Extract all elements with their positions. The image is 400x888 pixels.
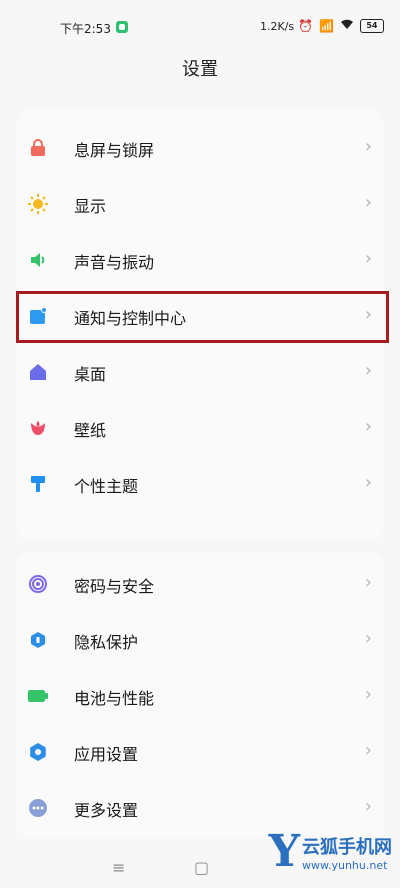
brush-icon <box>28 474 48 494</box>
settings-item-themes[interactable]: 个性主题 › <box>16 456 384 512</box>
settings-item-label: 隐私保护 <box>74 633 139 652</box>
more-icon <box>28 798 48 818</box>
page-title: 设置 <box>182 59 218 80</box>
status-icons: ⏰ 📶 54 <box>298 18 384 33</box>
status-time: 下午2:53 <box>60 22 111 36</box>
chevron-right-icon: › <box>364 192 372 213</box>
menu-nav-icon[interactable]: ≡ <box>112 858 125 877</box>
chevron-right-icon: › <box>364 136 372 157</box>
network-speed: 1.2K/s <box>260 20 295 33</box>
settings-group-security: 密码与安全 › 隐私保护 › 电池与性能 › 应用设置 › 更多设置 › <box>16 552 384 838</box>
chevron-right-icon: › <box>364 304 372 325</box>
settings-item-label: 电池与性能 <box>74 689 155 708</box>
chevron-right-icon: › <box>364 248 372 269</box>
watermark-logo: Y <box>268 826 300 877</box>
settings-item-label: 壁纸 <box>74 421 107 440</box>
settings-item-label: 桌面 <box>74 365 107 384</box>
fingerprint-icon <box>28 574 48 594</box>
status-bar: 下午2:53 1.2K/s ⏰ 📶 54 <box>0 0 400 54</box>
settings-item-label: 息屏与锁屏 <box>74 141 155 160</box>
settings-item-home-screen[interactable]: 桌面 › <box>16 344 384 400</box>
battery-icon <box>28 686 48 706</box>
settings-item-battery[interactable]: 电池与性能 › <box>16 668 384 724</box>
chevron-right-icon: › <box>364 472 372 493</box>
settings-item-label: 声音与振动 <box>74 253 155 272</box>
watermark-name: 云狐手机网 <box>302 836 392 858</box>
settings-item-label: 应用设置 <box>74 745 139 764</box>
notification-icon <box>28 306 48 326</box>
settings-item-label: 通知与控制中心 <box>74 309 187 328</box>
settings-item-sound[interactable]: 声音与振动 › <box>16 232 384 288</box>
home-icon <box>28 362 48 382</box>
tulip-icon <box>28 418 48 438</box>
signal-icon: 📶 <box>318 18 334 33</box>
wifi-icon <box>340 18 354 33</box>
settings-group-display: 息屏与锁屏 › 显示 › 声音与振动 › 通知与控制中心 › 桌面 › 壁纸 ›… <box>16 110 384 540</box>
settings-item-label: 显示 <box>74 197 107 216</box>
lock-icon <box>28 138 48 158</box>
settings-item-more[interactable]: 更多设置 › <box>16 780 384 836</box>
settings-item-password-security[interactable]: 密码与安全 › <box>16 556 384 612</box>
settings-item-label: 更多设置 <box>74 801 139 820</box>
settings-item-app-settings[interactable]: 应用设置 › <box>16 724 384 780</box>
settings-item-display[interactable]: 显示 › <box>16 176 384 232</box>
chevron-right-icon: › <box>364 572 372 593</box>
alarm-icon: ⏰ <box>298 18 313 33</box>
chevron-right-icon: › <box>364 360 372 381</box>
settings-item-label: 密码与安全 <box>74 577 155 596</box>
speaker-icon <box>28 250 48 270</box>
chevron-right-icon: › <box>364 416 372 437</box>
settings-item-label: 个性主题 <box>74 477 139 496</box>
settings-item-privacy[interactable]: 隐私保护 › <box>16 612 384 668</box>
chevron-right-icon: › <box>364 796 372 817</box>
settings-item-notifications[interactable]: 通知与控制中心 › <box>16 288 384 344</box>
settings-item-wallpaper[interactable]: 壁纸 › <box>16 400 384 456</box>
home-nav-icon[interactable]: ▢ <box>194 858 209 877</box>
chevron-right-icon: › <box>364 740 372 761</box>
watermark-url: www.yunhu.net <box>302 858 388 872</box>
watermark: Y 云狐手机网 www.yunhu.net <box>269 830 392 874</box>
settings-item-lockscreen[interactable]: 息屏与锁屏 › <box>16 120 384 176</box>
battery-icon: 54 <box>359 18 384 33</box>
gear-icon <box>28 742 48 762</box>
chevron-right-icon: › <box>364 628 372 649</box>
shield-icon <box>28 630 48 650</box>
chevron-right-icon: › <box>364 684 372 705</box>
app-notification-icon <box>116 21 128 33</box>
sun-icon <box>28 194 48 214</box>
